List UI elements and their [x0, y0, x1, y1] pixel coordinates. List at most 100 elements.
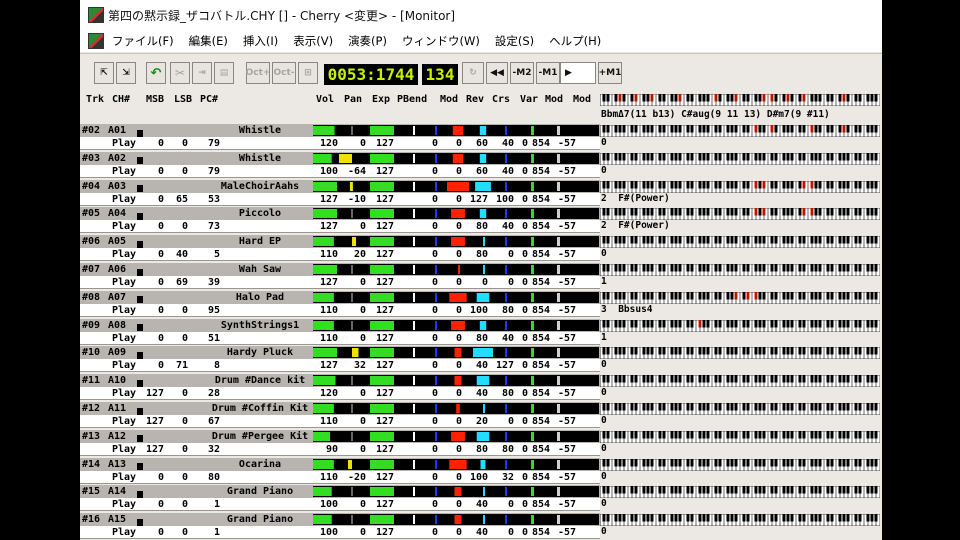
track-name-row: #06 A05 Hard EP	[80, 235, 600, 249]
menu-item-1[interactable]: 編集(E)	[189, 33, 228, 49]
pbend-value: 0	[431, 416, 438, 427]
menu-item-5[interactable]: ウィンドウ(W)	[402, 33, 480, 49]
crs-bar	[483, 487, 485, 497]
play-button[interactable]: ▶	[560, 62, 596, 84]
undo-icon[interactable]: ↶	[146, 62, 166, 84]
track-row[interactable]: #03 A02 Whistle Play 0 0 79 100 -64 127 0 0 60 40 0 854…	[80, 151, 882, 179]
var-value: 0	[521, 471, 528, 483]
vol-value: 120	[319, 138, 338, 149]
mod2-value: 854	[531, 193, 550, 205]
play-state[interactable]: Play	[112, 304, 136, 317]
rev-bar	[451, 320, 465, 330]
track-row[interactable]: #12 A11 Drum #Coffin Kit Play 127 0 67 110 0 127 0…	[80, 402, 882, 429]
mod2-value: 854	[531, 416, 550, 427]
track-row[interactable]: #15 A14 Grand Piano Play 0 0 1 100 0 127 0 0 40 0 0 854…	[80, 485, 882, 512]
oct-down-button[interactable]: Oct-	[272, 62, 296, 84]
track-row[interactable]: #16 A15 Grand Piano Play 0 0 1 100 0 127 0 0 40 0 0 854…	[80, 513, 882, 540]
pan-value: -20	[347, 471, 366, 483]
mod2-value: 854	[531, 527, 550, 539]
piano-roll-keyboard	[600, 125, 880, 137]
play-state[interactable]: Play	[112, 332, 136, 345]
mod2-marker	[531, 320, 534, 330]
note-count: 1	[601, 331, 607, 343]
play-state[interactable]: Play	[112, 193, 136, 206]
rev-value: 100	[469, 304, 488, 316]
controller-bars	[313, 458, 599, 470]
controller-bars	[313, 208, 599, 220]
paste-icon[interactable]: ⇥	[192, 62, 212, 84]
pan-value: 32	[353, 360, 366, 372]
play-state[interactable]: Play	[112, 526, 136, 539]
menu-item-3[interactable]: 表示(V)	[293, 33, 333, 49]
rev-value: 80	[475, 332, 488, 344]
menu-item-6[interactable]: 設定(S)	[495, 33, 534, 49]
track-row[interactable]: #13 A12 Drum #Pergee Kit Play 127 0 32 90 0 127 0 0…	[80, 429, 882, 457]
oct-up-button[interactable]: Oct+	[246, 62, 270, 84]
track-row[interactable]: #14 A13 Ocarina Play 0 0 80 110 -20 127 0 0 100 32 0 85…	[80, 457, 882, 485]
menu-item-2[interactable]: 挿入(I)	[243, 33, 278, 49]
mdi-child-icon[interactable]	[88, 33, 104, 49]
mod3-marker	[557, 515, 560, 525]
track-row[interactable]: #06 A05 Hard EP Play 0 40 5 110 20 127 0 0 80 0 0 854 -5…	[80, 235, 882, 262]
track-row[interactable]: #02 A01 Whistle Play 0 0 79 120 0 127 0 0 60 40 0 854 -5…	[80, 124, 882, 151]
mod-value: 0	[455, 221, 462, 233]
copy-out-icon[interactable]: ⇱	[94, 62, 114, 84]
pan-bar	[352, 237, 357, 247]
play-state[interactable]: Play	[112, 387, 136, 400]
track-value-row: Play 0 0 1 100 0 127 0 0 40 0 0 854 -57	[80, 498, 600, 512]
pan-bar	[352, 348, 359, 358]
piano-roll-keyboard	[600, 152, 880, 165]
mod-marker	[435, 404, 437, 413]
menu-item-0[interactable]: ファイル(F)	[112, 33, 174, 49]
mod-value: 0	[455, 249, 462, 261]
track-row[interactable]: #09 A08 SynthStrings1 Play 0 0 51 110 0 127 0 0 80 40…	[80, 318, 882, 346]
mod-value: 0	[455, 332, 462, 344]
reset-icon[interactable]: ⊞	[298, 62, 318, 84]
rev-bar	[452, 126, 464, 135]
track-number: #16	[82, 514, 101, 526]
plus-m1-button[interactable]: +M1	[598, 62, 622, 84]
exp-bar	[370, 126, 394, 135]
menu-item-4[interactable]: 演奏(P)	[348, 33, 387, 49]
pbend-value: 0	[431, 332, 438, 344]
exp-value: 127	[375, 527, 394, 539]
track-row[interactable]: #04 A03 MaleChoirAahs Play 0 65 53 127 -10 127 0 0 1…	[80, 179, 882, 207]
track-value-row: Play 0 71 8 127 32 127 0 0 40 127 0 854 -57	[80, 359, 600, 373]
play-state[interactable]: Play	[112, 415, 136, 428]
track-row[interactable]: #11 A10 Drum #Dance kit Play 127 0 28 120 0 127 0 0…	[80, 374, 882, 401]
piano-roll-keyboard	[600, 264, 880, 276]
play-state[interactable]: Play	[112, 137, 136, 150]
track-row[interactable]: #05 A04 Piccolo Play 0 0 73 127 0 127 0 0 80 40 0 854 -5…	[80, 207, 882, 234]
play-state[interactable]: Play	[112, 498, 136, 511]
play-state[interactable]: Play	[112, 248, 136, 261]
menu-item-7[interactable]: ヘルプ(H)	[549, 33, 601, 49]
pbend-value: 0	[431, 471, 438, 483]
chord-readout: 0	[601, 526, 618, 537]
track-name-row: #05 A04 Piccolo	[80, 207, 600, 221]
play-state[interactable]: Play	[112, 165, 136, 178]
chord-readout: 0	[601, 471, 618, 482]
clipboard-icon[interactable]: ▤	[214, 62, 234, 84]
play-state[interactable]: Play	[112, 276, 136, 289]
cut-icon[interactable]: ✂	[170, 62, 190, 84]
track-row[interactable]: #08 A07 Halo Pad Play 0 0 95 110 0 127 0 0 100 80 0 854…	[80, 290, 882, 318]
play-state[interactable]: Play	[112, 220, 136, 233]
mod3-value: -57	[557, 443, 576, 455]
copy-in-icon[interactable]: ⇲	[116, 62, 136, 84]
play-state[interactable]: Play	[112, 443, 136, 456]
mod2-marker	[531, 459, 534, 469]
chord-readout: 0	[601, 415, 618, 426]
track-row[interactable]: #07 A06 Wah Saw Play 0 69 39 127 0 127 0 0 0 0 0 854 -57…	[80, 263, 882, 290]
pc-value: 5	[213, 249, 220, 261]
play-state[interactable]: Play	[112, 471, 136, 484]
minus-m1-button[interactable]: -M1	[536, 62, 560, 84]
piano-roll-keyboard	[600, 347, 880, 360]
column-header: Trk CH# MSB LSB PC# Vol Pan Exp PBend Mo…	[80, 92, 882, 122]
minus-m2-button[interactable]: -M2	[510, 62, 534, 84]
pbend-value: 0	[431, 165, 438, 177]
play-state[interactable]: Play	[112, 359, 136, 372]
track-row[interactable]: #10 A09 Hardy Pluck Play 0 71 8 127 32 127 0 0 40 127…	[80, 346, 882, 373]
pan-center	[351, 320, 353, 330]
loop-icon[interactable]: ↻	[462, 62, 484, 84]
rewind-button[interactable]: ◀◀	[486, 62, 508, 84]
